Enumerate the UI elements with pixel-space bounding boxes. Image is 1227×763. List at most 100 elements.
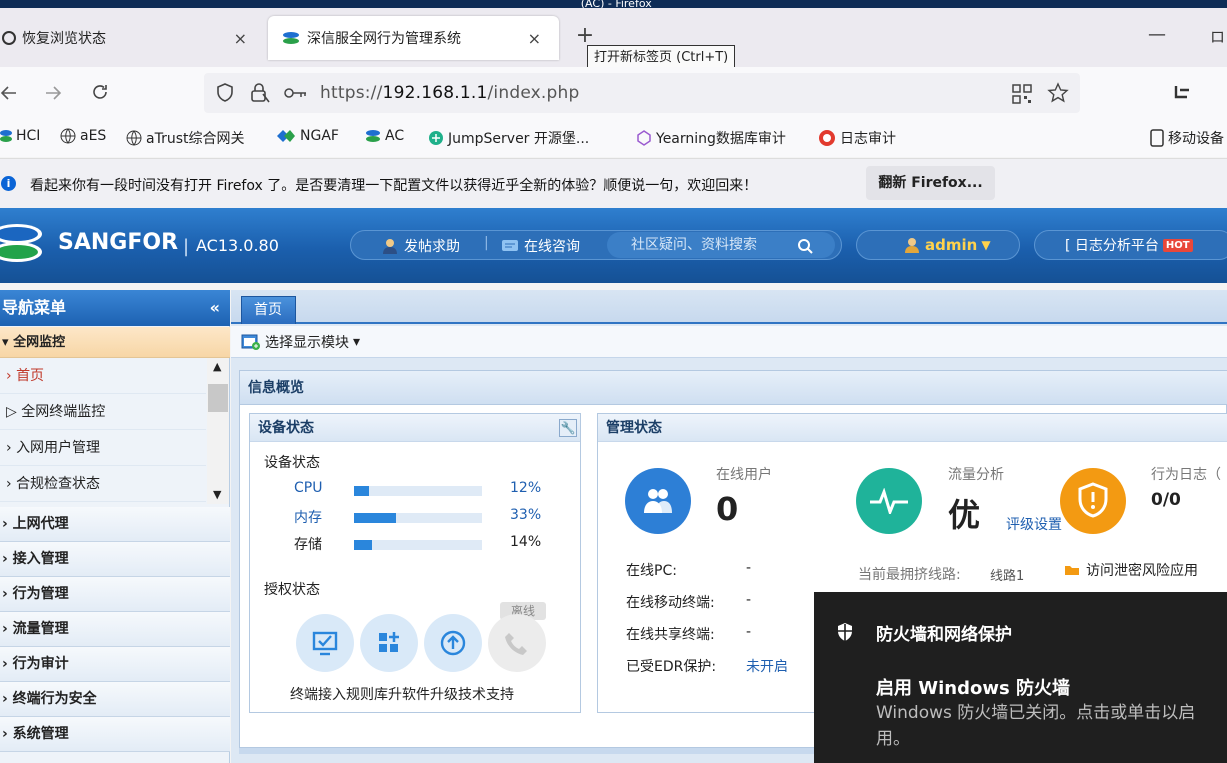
bookmark-hci[interactable]: HCI xyxy=(0,128,40,144)
scroll-up-icon[interactable]: ▲ xyxy=(213,360,221,373)
congested-line-value[interactable]: 线路1 xyxy=(990,565,1024,584)
info-overview-title: 信息概览 xyxy=(240,371,1227,405)
rating-settings-link[interactable]: 评级设置 xyxy=(1006,514,1062,534)
tab-home[interactable]: 首页 xyxy=(241,296,296,324)
globe-icon xyxy=(126,130,142,146)
collapse-sidebar-button[interactable]: « xyxy=(210,290,220,326)
online-shared-value: - xyxy=(746,624,752,640)
phone-support-icon xyxy=(505,633,527,655)
sidebar-item-terminal-monitor[interactable]: ▷ 全网终端监控 xyxy=(0,394,206,430)
sidebar-scrollbar[interactable]: ▲ ▼ xyxy=(207,358,229,504)
help-link[interactable]: 发帖求助 xyxy=(381,236,460,256)
sangfor-icon xyxy=(0,130,12,142)
storage-bar-fill xyxy=(354,540,372,550)
sidebar-group-proxy[interactable]: › 上网代理 xyxy=(0,507,230,542)
log-audit-icon xyxy=(819,130,835,146)
extension-icon[interactable] xyxy=(1172,83,1192,103)
bookmark-ac[interactable]: AC xyxy=(365,128,404,144)
url-bar[interactable]: https://192.168.1.1/index.php xyxy=(204,73,1080,113)
log-analysis-link[interactable]: [ 日志分析平台 HOT xyxy=(1034,230,1227,260)
cpu-percent: 12% xyxy=(510,480,542,496)
mobile-icon xyxy=(1150,129,1164,147)
url-text[interactable]: https://192.168.1.1/index.php xyxy=(320,83,580,103)
license-title: 授权状态 xyxy=(264,582,320,598)
storage-bar xyxy=(354,540,482,550)
tab-label: 恢复浏览状态 xyxy=(22,31,106,47)
license-software-upgrade[interactable] xyxy=(424,614,482,672)
mobile-bookmarks[interactable]: 移动设备 xyxy=(1150,128,1224,148)
community-search-input[interactable]: 社区疑问、资料搜索 xyxy=(607,232,835,258)
sidebar-group-audit[interactable]: › 行为审计 xyxy=(0,647,230,682)
help-pill: 发帖求助 | 在线咨询 社区疑问、资料搜索 xyxy=(350,230,842,260)
bookmark-log-audit[interactable]: 日志审计 xyxy=(818,128,896,148)
close-tab-button[interactable]: × xyxy=(528,29,541,48)
sidebar-item-home[interactable]: › 首页 xyxy=(0,358,206,394)
notification-text: 看起来你有一段时间没有打开 Firefox 了。是否要清理一下配置文件以获得近乎… xyxy=(30,178,758,194)
bookmark-ngaf[interactable]: NGAF xyxy=(276,128,339,144)
tab-restore-session[interactable]: 恢复浏览状态 × xyxy=(0,16,265,60)
forward-icon[interactable] xyxy=(44,83,62,103)
hot-badge: HOT xyxy=(1162,238,1193,252)
close-tab-button[interactable]: × xyxy=(234,29,247,48)
cpu-label: CPU xyxy=(294,480,323,496)
edr-protected-value[interactable]: 未开启 xyxy=(746,656,788,676)
chat-icon xyxy=(502,240,518,251)
sidebar-group-monitor[interactable]: ▾ 全网监控 xyxy=(0,327,230,358)
lock-warning-icon[interactable] xyxy=(250,82,270,104)
windows-firewall-toast[interactable]: 防火墙和网络保护 启用 Windows 防火墙 Windows 防火墙已关闭。点… xyxy=(814,592,1227,763)
license-rule-update[interactable] xyxy=(360,614,418,672)
minimize-button[interactable]: — xyxy=(1148,24,1166,45)
brand-separator: | xyxy=(183,236,190,257)
user-menu[interactable]: admin ▼ xyxy=(856,230,1020,260)
memory-percent: 33% xyxy=(510,507,542,523)
consult-link[interactable]: 在线咨询 xyxy=(501,236,580,256)
online-users-value[interactable]: 0 xyxy=(716,490,738,528)
memory-bar-fill xyxy=(354,513,397,523)
bookmark-atrust[interactable]: aTrust综合网关 xyxy=(126,128,245,148)
upgrade-icon xyxy=(440,630,466,656)
sidebar-group-system[interactable]: › 系统管理 xyxy=(0,717,230,752)
reload-icon[interactable] xyxy=(90,82,110,102)
firewall-shield-icon xyxy=(838,623,852,641)
window-title: _(AC) - Firefox xyxy=(0,0,1227,8)
sidebar-group-endpoint-security[interactable]: › 终端行为安全 xyxy=(0,682,230,717)
sangfor-logo-icon xyxy=(0,224,42,262)
shield-icon[interactable] xyxy=(216,83,234,103)
brand-name: SANGFOR xyxy=(58,230,179,255)
sidebar-group-behavior[interactable]: › 行为管理 xyxy=(0,577,230,612)
select-module-button[interactable]: 选择显示模块 ▾ xyxy=(241,332,360,352)
key-icon[interactable] xyxy=(284,85,308,101)
bookmark-aes[interactable]: aES xyxy=(60,128,106,144)
refresh-firefox-button[interactable]: 翻新 Firefox... xyxy=(866,166,995,200)
edr-protected-label: 已受EDR保护: xyxy=(626,659,717,675)
back-icon[interactable] xyxy=(0,83,18,103)
sidebar-group-traffic[interactable]: › 流量管理 xyxy=(0,612,230,647)
user-help-icon xyxy=(383,239,397,254)
tab-sangfor[interactable]: 深信服全网行为管理系统 × xyxy=(268,16,559,60)
sidebar-item-compliance[interactable]: › 合规检查状态 xyxy=(0,466,206,502)
license-terminal-access[interactable] xyxy=(296,614,354,672)
behavior-log-value[interactable]: 0/0 xyxy=(1151,490,1181,510)
browser-tab-bar: 恢复浏览状态 × 深信服全网行为管理系统 × + 打开新标签页 (Ctrl+T)… xyxy=(0,8,1227,70)
bookmark-yearning[interactable]: Yearning数据库审计 xyxy=(636,128,786,148)
sidebar-item-user-mgmt[interactable]: › 入网用户管理 xyxy=(0,430,206,466)
search-icon[interactable] xyxy=(797,238,813,254)
online-mobile-value: - xyxy=(746,592,752,608)
bookmark-jumpserver[interactable]: JumpServer 开源堡... xyxy=(428,128,589,148)
sidebar-group-access[interactable]: › 接入管理 xyxy=(0,542,230,577)
cpu-bar xyxy=(354,486,482,496)
scroll-thumb[interactable] xyxy=(208,384,228,412)
restore-window-button[interactable]: ロ xyxy=(1210,26,1225,47)
license-tech-support[interactable] xyxy=(488,614,546,672)
online-users-icon xyxy=(625,468,691,534)
toast-heading: 启用 Windows 防火墙 xyxy=(876,678,1070,699)
toast-body: Windows 防火墙已关闭。点击或单击以启用。 xyxy=(876,703,1196,749)
globe-icon xyxy=(60,128,76,144)
qr-code-icon[interactable] xyxy=(1012,84,1032,104)
cpu-bar-fill xyxy=(354,486,370,496)
leak-risk-link[interactable]: 访问泄密风险应用 xyxy=(1064,560,1198,580)
scroll-down-icon[interactable]: ▼ xyxy=(213,488,221,501)
storage-percent: 14% xyxy=(510,534,542,550)
bookmark-star-icon[interactable] xyxy=(1047,82,1069,104)
wrench-icon[interactable]: 🔧 xyxy=(559,419,577,437)
